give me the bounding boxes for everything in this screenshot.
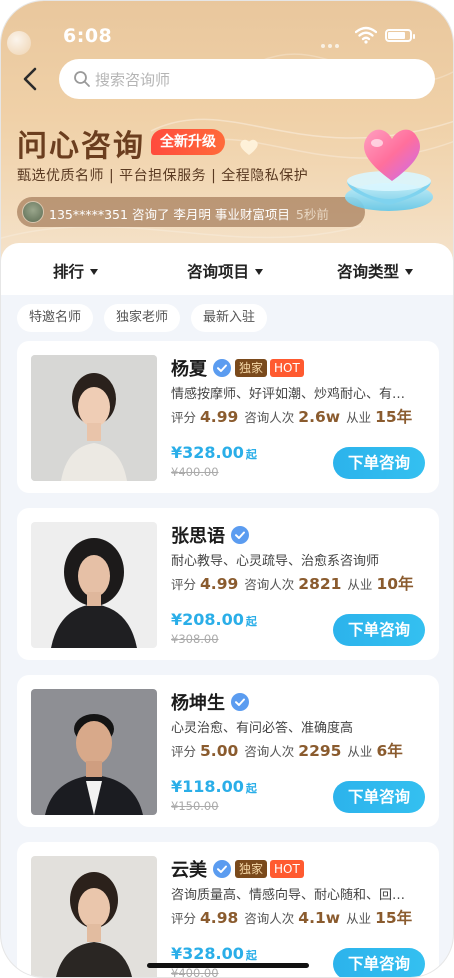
- app-screen: 6:08 搜索咨询师 问心咨询 全新升级 甄选优质名师 | 平台担保服务 | 全…: [0, 0, 454, 978]
- rating-value: 4.99: [200, 408, 239, 426]
- filter-consult-type[interactable]: 咨询类型: [337, 260, 414, 282]
- counselor-name: 杨夏: [171, 359, 207, 380]
- rating-value: 4.98: [200, 909, 239, 927]
- upgrade-badge: 全新升级: [151, 129, 225, 155]
- exclusive-badge: 独家: [235, 859, 268, 878]
- filter-ranking[interactable]: 排行: [53, 260, 99, 282]
- counselor-photo: [31, 689, 157, 815]
- original-price: ¥150.00: [171, 799, 219, 813]
- chip-exclusive-teachers[interactable]: 独家老师: [104, 304, 181, 332]
- counselor-description: 情感按摩师、好评如潮、炒鸡耐心、有…: [171, 387, 406, 402]
- chip-newly-joined[interactable]: 最新入驻: [191, 304, 268, 332]
- verified-check-icon: [231, 525, 249, 544]
- ticker-text: 135*****351 咨询了 李月明 事业财富项目: [49, 207, 290, 222]
- original-price: ¥400.00: [171, 465, 219, 479]
- consults-value: 4.1w: [298, 909, 341, 927]
- consults-value: 2.6w: [298, 408, 341, 426]
- exclusive-badge: 独家: [235, 358, 268, 377]
- order-consult-button[interactable]: 下单咨询: [333, 781, 425, 813]
- counselor-stats: 评分 4.99 咨询人次 2821 从业 10年: [171, 575, 414, 593]
- rating-value: 4.99: [200, 575, 239, 593]
- counselor-photo: [31, 355, 157, 481]
- home-indicator[interactable]: [147, 963, 309, 968]
- counselor-badges: 独家 HOT: [213, 858, 304, 878]
- caret-down-icon: [90, 269, 99, 275]
- years-value: 6年: [376, 742, 403, 760]
- counselor-photo: [31, 522, 157, 648]
- search-input[interactable]: 搜索咨询师: [59, 59, 435, 99]
- hot-badge: HOT: [270, 358, 304, 377]
- verified-check-icon: [231, 692, 249, 711]
- counselor-stats: 评分 5.00 咨询人次 2295 从业 6年: [171, 742, 403, 760]
- counselor-photo: [31, 856, 157, 977]
- filter-consult-project[interactable]: 咨询项目: [187, 260, 264, 282]
- order-consult-button[interactable]: 下单咨询: [333, 948, 425, 977]
- price: ¥328.00 起: [171, 443, 257, 462]
- original-price: ¥308.00: [171, 632, 219, 646]
- recent-consult-ticker: 135*****351 咨询了 李月明 事业财富项目 5秒前: [17, 197, 365, 227]
- hot-badge: HOT: [270, 859, 304, 878]
- counselor-description: 心灵治愈、有问必答、准确度高: [171, 721, 354, 736]
- wifi-icon: [355, 26, 377, 44]
- chip-invited-masters[interactable]: 特邀名师: [17, 304, 94, 332]
- battery-icon: [385, 29, 415, 42]
- heart-decoration-icon: [240, 139, 258, 155]
- hero-header: 6:08 搜索咨询师 问心咨询 全新升级 甄选优质名师 | 平台担保服务 | 全…: [1, 1, 453, 263]
- tagline: 甄选优质名师 | 平台担保服务 | 全程隐私保护: [17, 168, 309, 184]
- search-icon: [74, 71, 90, 87]
- counselor-card[interactable]: 杨夏 独家 HOT 情感按摩师、好评如潮、炒鸡耐心、有… 评分 4.99 咨询人次 2.…: [17, 341, 439, 493]
- heart-in-bowl-illustration: [345, 129, 433, 211]
- years-value: 15年: [375, 408, 413, 426]
- counselor-name: 杨坤生: [171, 693, 225, 714]
- counselor-name: 云美: [171, 860, 207, 881]
- counselor-stats: 评分 4.99 咨询人次 2.6w 从业 15年: [171, 408, 413, 426]
- counselor-name: 张思语: [171, 526, 225, 547]
- counselor-badges: [231, 691, 253, 711]
- verified-check-icon: [213, 358, 231, 377]
- order-consult-button[interactable]: 下单咨询: [333, 447, 425, 479]
- page-title: 问心咨询: [17, 129, 145, 164]
- filter-bar: 排行 咨询项目 咨询类型: [1, 243, 453, 295]
- price: ¥328.00 起: [171, 944, 257, 963]
- ticker-avatar: [22, 201, 44, 223]
- ticker-time: 5秒前: [295, 207, 329, 222]
- years-value: 15年: [375, 909, 413, 927]
- consults-value: 2295: [298, 742, 342, 760]
- order-consult-button[interactable]: 下单咨询: [333, 614, 425, 646]
- price: ¥208.00 起: [171, 610, 257, 629]
- counselor-card[interactable]: 云美 独家 HOT 咨询质量高、情感向导、耐心随和、回… 评分 4.98 咨询人次 4.…: [17, 842, 439, 977]
- caret-down-icon: [405, 269, 414, 275]
- counselor-description: 咨询质量高、情感向导、耐心随和、回…: [171, 888, 406, 903]
- consults-value: 2821: [298, 575, 342, 593]
- verified-check-icon: [213, 859, 231, 878]
- caret-down-icon: [255, 269, 264, 275]
- status-time: 6:08: [63, 25, 113, 47]
- counselor-description: 耐心教导、心灵疏导、治愈系咨询师: [171, 554, 380, 569]
- counselor-stats: 评分 4.98 咨询人次 4.1w 从业 15年: [171, 909, 413, 927]
- price: ¥118.00 起: [171, 777, 257, 796]
- rating-value: 5.00: [200, 742, 239, 760]
- search-placeholder: 搜索咨询师: [95, 71, 171, 89]
- counselor-badges: 独家 HOT: [213, 357, 304, 377]
- counselor-badges: [231, 524, 253, 544]
- counselor-card[interactable]: 张思语 耐心教导、心灵疏导、治愈系咨询师 评分 4.99 咨询人次 2821 从业 10年…: [17, 508, 439, 660]
- status-bar: 6:08: [1, 19, 453, 55]
- years-value: 10年: [376, 575, 414, 593]
- signal-dots-icon: [321, 33, 347, 48]
- back-arrow-icon[interactable]: [19, 65, 43, 93]
- counselor-card[interactable]: 杨坤生 心灵治愈、有问必答、准确度高 评分 5.00 咨询人次 2295 从业 6年 ¥1…: [17, 675, 439, 827]
